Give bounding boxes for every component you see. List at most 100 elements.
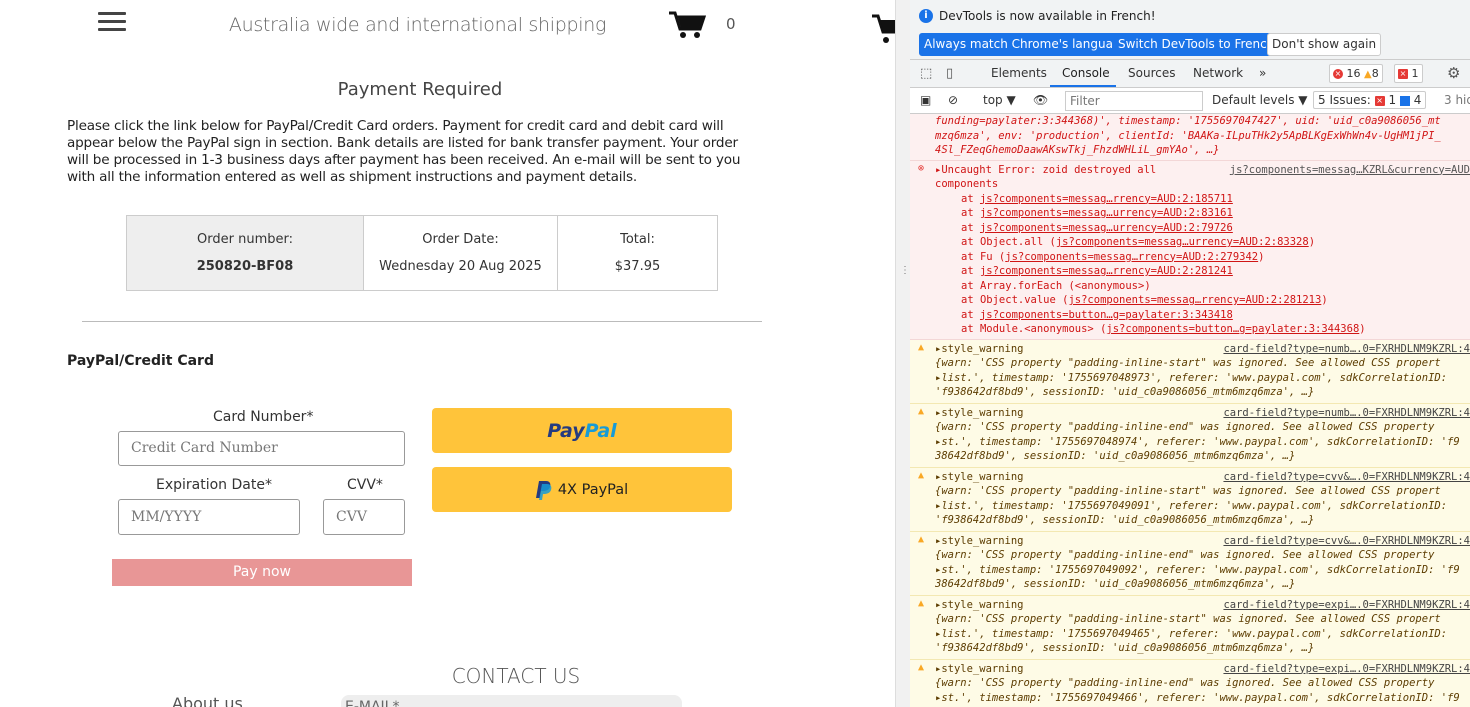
- console-warning-message[interactable]: ▲ ▸style_warning card-field?type=cvv&….0=…: [910, 531, 1470, 596]
- issues-button[interactable]: 5 Issues: × 1 4: [1313, 91, 1427, 109]
- error-text-cont: components: [935, 178, 999, 190]
- error-text: ▸Uncaught Error: zoid destroyed all: [935, 163, 1157, 176]
- cvv-label: CVV*: [347, 477, 383, 493]
- console-warning-message[interactable]: ▲ ▸style_warning card-field?type=expi….0=…: [910, 595, 1470, 660]
- stack-frame-link[interactable]: js?components=messag…urrency=AUD:2:83161: [980, 207, 1233, 219]
- warning-source-link[interactable]: card-field?type=cvv&….0=FXRHDLNM9KZRL:4: [1219, 470, 1470, 485]
- warning-detail: ▸st.', timestamp: '1755697048974', refer…: [935, 435, 1460, 448]
- stack-frame-link[interactable]: js?components=messag…urrency=AUD:2:79726: [980, 222, 1233, 234]
- console-filter-input[interactable]: Filter: [1065, 91, 1203, 111]
- warning-title: ▸style_warning: [935, 406, 1024, 419]
- email-field[interactable]: E-MAIL*: [341, 695, 682, 707]
- dont-show-again-button[interactable]: Don't show again: [1267, 33, 1382, 56]
- tab-network[interactable]: Network: [1193, 66, 1243, 80]
- warning-detail: 'f938642df8bd9', sessionID: 'uid_c0a9086…: [935, 514, 1315, 526]
- warning-title: ▸style_warning: [935, 534, 1024, 547]
- stack-frame: at Array.forEach (<anonymous>): [961, 279, 1151, 292]
- warning-detail: ▸list.', timestamp: '1755697048973', ref…: [935, 371, 1448, 384]
- warning-title: ▸style_warning: [935, 470, 1024, 483]
- stack-frame: at Module.<anonymous> (js?components=but…: [961, 323, 1366, 335]
- pay-now-button[interactable]: Pay now: [112, 559, 412, 586]
- warning-detail: ▸list.', timestamp: '1755697049465', ref…: [935, 627, 1448, 640]
- contact-heading: CONTACT US: [451, 664, 581, 688]
- paypal-p-icon: [535, 480, 552, 500]
- drag-handle-icon[interactable]: ⋮: [900, 265, 910, 276]
- context-selector[interactable]: top ▼: [983, 93, 1016, 107]
- clear-console-icon[interactable]: ⊘: [948, 93, 958, 107]
- tab-sources[interactable]: Sources: [1128, 66, 1175, 80]
- card-number-label: Card Number*: [213, 409, 314, 425]
- paypal-pay-in-4-button[interactable]: 4X PayPal: [432, 467, 732, 512]
- stack-frame-link[interactable]: js?components=messag…rrency=AUD:2:185711: [980, 193, 1233, 205]
- tab-console[interactable]: Console: [1062, 66, 1110, 80]
- issue-error-icon: ×: [1398, 69, 1408, 79]
- stack-frame: at Fu (js?components=messag…rrency=AUD:2…: [961, 250, 1265, 263]
- warning-title: ▸style_warning: [935, 342, 1024, 355]
- stack-frame: at Object.all (js?components=messag…urre…: [961, 236, 1316, 248]
- warning-source-link[interactable]: card-field?type=cvv&….0=FXRHDLNM9KZRL:4: [1219, 534, 1470, 549]
- switch-french-button[interactable]: Switch DevTools to French: [1113, 33, 1280, 56]
- error-source-link[interactable]: js?components=messag…KZRL&currency=AUD: [1226, 163, 1470, 178]
- stack-frame-link[interactable]: js?components=messag…rrency=AUD:2:279342: [1005, 251, 1258, 263]
- about-us-link[interactable]: About us: [172, 694, 243, 707]
- banner-text: DevTools is now available in French!: [939, 9, 1156, 23]
- stack-frame: at js?components=button…g=paylater:3:343…: [961, 308, 1233, 321]
- paypal-logo: PayPal: [547, 419, 617, 442]
- match-language-button[interactable]: Always match Chrome's language: [919, 33, 1133, 56]
- order-total-value: $37.95: [614, 259, 661, 274]
- stack-frame-link[interactable]: js?components=button…g=paylater:3:344368: [1106, 323, 1359, 335]
- console-message-continuation: funding=paylater:3:344368)', timestamp: …: [910, 114, 1470, 161]
- devtools-splitter[interactable]: ⋮: [895, 0, 910, 707]
- sidebar-toggle-icon[interactable]: ▣: [920, 93, 931, 107]
- console-warning-message[interactable]: ▲ ▸style_warning card-field?type=numb….0=…: [910, 403, 1470, 468]
- console-error-message[interactable]: ⊗ ▸Uncaught Error: zoid destroyed all js?…: [910, 160, 1470, 340]
- card-number-input[interactable]: Credit Card Number: [118, 431, 405, 466]
- issues-counter[interactable]: × 1: [1394, 64, 1423, 83]
- console-warning-message[interactable]: ▲ ▸style_warning card-field?type=numb….0=…: [910, 339, 1470, 404]
- warning-source-link[interactable]: card-field?type=numb….0=FXRHDLNM9KZRL:4: [1219, 406, 1470, 421]
- error-warning-counter[interactable]: × 16 ▲8: [1329, 64, 1383, 83]
- paypal-button[interactable]: PayPal: [432, 408, 732, 453]
- console-warning-message[interactable]: ▲ ▸style_warning card-field?type=expi….0=…: [910, 659, 1470, 707]
- warning-detail: 'f938642df8bd9', sessionID: 'uid_c0a9086…: [935, 642, 1315, 654]
- order-number-label: Order number:: [197, 232, 293, 247]
- order-total-label: Total:: [620, 232, 655, 247]
- settings-gear-icon[interactable]: ⚙: [1447, 64, 1460, 82]
- issues-error-icon: ×: [1374, 95, 1385, 106]
- cvv-input[interactable]: CVV: [323, 499, 405, 535]
- screen: { "site": { "shipping_text": "Australia …: [0, 0, 1470, 707]
- order-number-cell: Order number: 250820-BF08: [126, 215, 364, 291]
- warning-detail: ▸st.', timestamp: '1755697049466', refer…: [935, 691, 1460, 704]
- console-warning-message[interactable]: ▲ ▸style_warning card-field?type=cvv&….0=…: [910, 467, 1470, 532]
- warning-icon: ▲: [918, 597, 925, 609]
- expiration-date-input[interactable]: MM/YYYY: [118, 499, 300, 535]
- stack-frame: at js?components=messag…urrency=AUD:2:79…: [961, 221, 1233, 234]
- stack-frame: at Object.value (js?components=messag…rr…: [961, 294, 1328, 306]
- more-tabs-icon[interactable]: »: [1259, 66, 1266, 80]
- warning-title: ▸style_warning: [935, 662, 1024, 675]
- inspect-icon[interactable]: ⬚: [920, 66, 932, 81]
- stack-frame-link[interactable]: js?components=messag…urrency=AUD:2:83328: [1056, 236, 1309, 248]
- console-line: 4Sl_FZeqGhemoDaawAKswTkj_FhzdWHLiL_gmYAo…: [935, 144, 1220, 156]
- tab-elements[interactable]: Elements: [991, 66, 1047, 80]
- device-toolbar-icon[interactable]: ▯: [946, 66, 953, 81]
- warning-source-link[interactable]: card-field?type=expi….0=FXRHDLNM9KZRL:4: [1219, 662, 1470, 677]
- warning-icon: ▲: [918, 661, 925, 673]
- stack-frame-link[interactable]: js?components=button…g=paylater:3:343418: [980, 309, 1233, 321]
- warning-source-link[interactable]: card-field?type=expi….0=FXRHDLNM9KZRL:4: [1219, 598, 1470, 613]
- page-title: Payment Required: [337, 79, 503, 100]
- order-date-cell: Order Date: Wednesday 20 Aug 2025: [363, 215, 558, 291]
- active-tab-indicator: [1050, 85, 1116, 87]
- hamburger-menu-icon[interactable]: [98, 12, 126, 34]
- cart-icon[interactable]: [668, 10, 706, 40]
- log-levels-dropdown[interactable]: Default levels ▼: [1212, 93, 1308, 107]
- devtools-pane: i DevTools is now available in French! A…: [910, 0, 1470, 707]
- warning-source-link[interactable]: card-field?type=numb….0=FXRHDLNM9KZRL:4: [1219, 342, 1470, 357]
- warning-detail: {warn: 'CSS property "padding-inline-end…: [935, 421, 1435, 433]
- stack-frame-link[interactable]: js?components=messag…rrency=AUD:2:281213: [1068, 294, 1321, 306]
- stack-frame-link[interactable]: js?components=messag…rrency=AUD:2:281241: [980, 265, 1233, 277]
- warning-icon: ▲: [1364, 68, 1372, 80]
- live-expression-eye-icon[interactable]: 👁: [1033, 93, 1048, 107]
- cart-icon-secondary[interactable]: [872, 12, 895, 46]
- info-icon: i: [919, 9, 933, 23]
